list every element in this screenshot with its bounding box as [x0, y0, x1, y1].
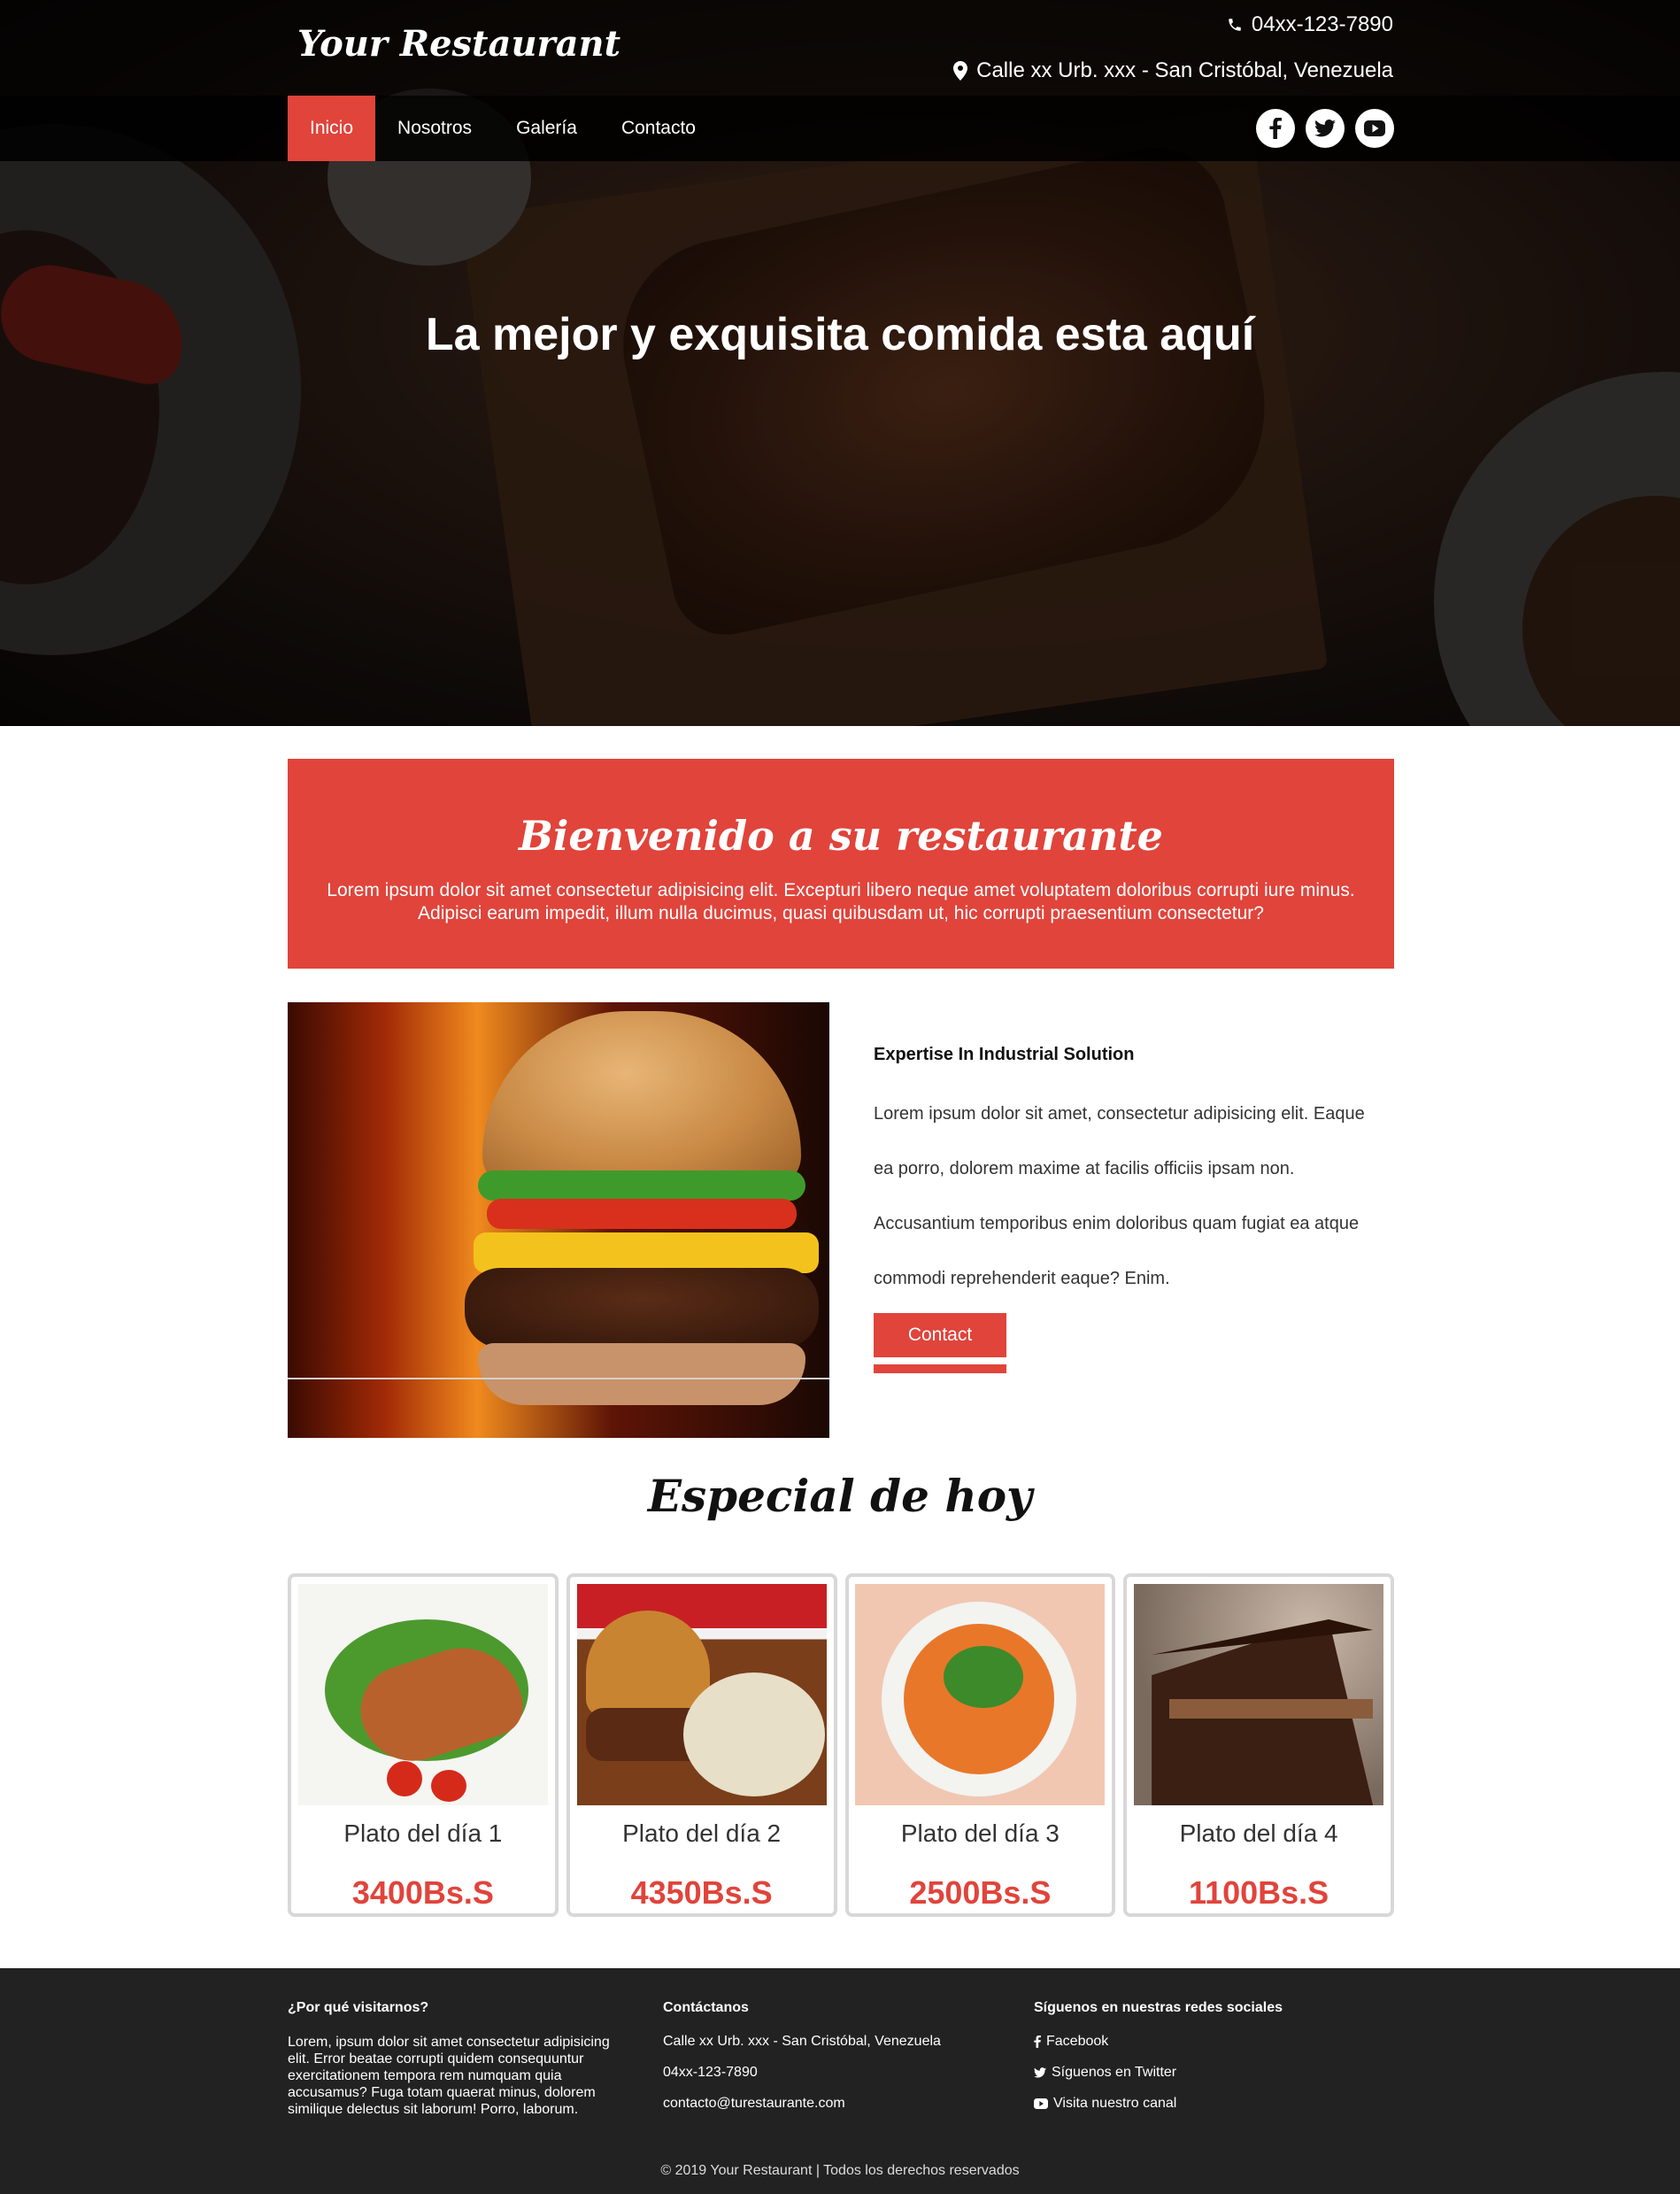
dish-image: [576, 1584, 827, 1805]
about-text: Lorem ipsum dolor sit amet, consectetur …: [874, 1104, 1365, 1288]
header-phone: 04xx-123-7890: [1227, 12, 1393, 37]
footer-why-text: Lorem, ipsum dolor sit amet consectetur …: [288, 2035, 610, 2117]
footer-why-title: ¿Por qué visitarnos?: [288, 2000, 429, 2015]
dish-price: 1100Bs.S: [1189, 1874, 1329, 1911]
dish-card[interactable]: Plato del día 4 1100Bs.S: [1123, 1573, 1394, 1917]
welcome-title: Bienvenido a su restaurante: [519, 812, 1163, 860]
welcome-text: Lorem ipsum dolor sit amet consectetur a…: [327, 880, 1355, 923]
dish-price: 4350Bs.S: [630, 1874, 773, 1911]
hero-title: La mejor y exquisita comida esta aquí: [425, 309, 1255, 360]
dish-name: Plato del día 2: [622, 1819, 782, 1847]
main-navbar: Inicio Nosotros Galería Contacto: [0, 96, 1680, 161]
nav-inicio[interactable]: Inicio: [288, 96, 376, 161]
dish-card[interactable]: Plato del día 1 3400Bs.S: [288, 1573, 559, 1917]
about-section: Expertise In Industrial Solution Lorem i…: [874, 1045, 1405, 1373]
footer-why: ¿Por qué visitarnos? Lorem, ipsum dolor …: [288, 2000, 633, 2118]
footer-social-title: Síguenos en nuestras redes sociales: [1034, 2000, 1283, 2015]
hero-banner: Your Restaurant 04xx-123-7890 Calle xx U…: [0, 0, 1680, 726]
site-footer: ¿Por qué visitarnos? Lorem, ipsum dolor …: [0, 1968, 1680, 2194]
about-heading: Expertise In Industrial Solution: [874, 1045, 1135, 1064]
footer-contact-title: Contáctanos: [663, 2000, 749, 2015]
copyright: © 2019 Your Restaurant | Todos los derec…: [660, 2163, 1020, 2178]
top-bar: Your Restaurant 04xx-123-7890 Calle xx U…: [0, 0, 1680, 96]
footer-youtube-link[interactable]: Visita nuestro canal: [1034, 2096, 1388, 2112]
nav-menu: Inicio Nosotros Galería Contacto: [288, 96, 718, 161]
dish-image: [855, 1584, 1106, 1805]
footer-phone: 04xx-123-7890: [663, 2065, 758, 2080]
footer-facebook-label: Facebook: [1046, 2034, 1109, 2049]
specials-title: Especial de hoy: [647, 1470, 1033, 1522]
footer-facebook-link[interactable]: Facebook: [1034, 2034, 1388, 2050]
welcome-section: Bienvenido a su restaurante Lorem ipsum …: [288, 759, 1394, 969]
footer-twitter-label: Síguenos en Twitter: [1052, 2065, 1177, 2080]
nav-contacto[interactable]: Contacto: [599, 96, 718, 161]
footer-email[interactable]: contacto@turestaurante.com: [663, 2096, 999, 2112]
footer-contact: Contáctanos Calle xx Urb. xxx - San Cris…: [663, 2000, 999, 2127]
dish-name: Plato del día 3: [900, 1819, 1060, 1847]
twitter-icon[interactable]: [1306, 109, 1345, 148]
footer-address: Calle xx Urb. xxx - San Cristóbal, Venez…: [663, 2034, 941, 2049]
dish-card[interactable]: Plato del día 3 2500Bs.S: [844, 1573, 1116, 1917]
youtube-icon[interactable]: [1355, 109, 1394, 148]
button-underline: [874, 1364, 1006, 1373]
footer-social: Síguenos en nuestras redes sociales Face…: [1034, 2000, 1388, 2127]
nav-galeria[interactable]: Galería: [494, 96, 599, 161]
dish-name: Plato del día 4: [1179, 1819, 1338, 1847]
dish-image: [297, 1584, 548, 1805]
dish-name: Plato del día 1: [343, 1819, 503, 1847]
header-address: Calle xx Urb. xxx - San Cristóbal, Venez…: [953, 58, 1393, 83]
header-phone-text: 04xx-123-7890: [1251, 12, 1393, 36]
site-logo[interactable]: Your Restaurant: [297, 23, 620, 65]
dish-price: 3400Bs.S: [351, 1874, 494, 1911]
footer-twitter-link[interactable]: Síguenos en Twitter: [1034, 2065, 1388, 2081]
phone-icon: [1229, 19, 1241, 31]
dish-price: 2500Bs.S: [909, 1874, 1052, 1911]
social-links: [1256, 109, 1394, 148]
header-address-text: Calle xx Urb. xxx - San Cristóbal, Venez…: [976, 58, 1393, 82]
map-marker-icon: [953, 61, 968, 81]
footer-youtube-label: Visita nuestro canal: [1053, 2096, 1177, 2111]
twitter-icon: [1034, 2067, 1046, 2078]
dish-card[interactable]: Plato del día 2 4350Bs.S: [566, 1573, 837, 1917]
facebook-icon: [1034, 2036, 1041, 2048]
nav-nosotros[interactable]: Nosotros: [375, 96, 494, 161]
burger-image: [288, 1002, 829, 1438]
dish-image: [1134, 1584, 1384, 1805]
specials-list: Plato del día 1 3400Bs.S Plato del día 2…: [288, 1573, 1394, 1917]
contact-button[interactable]: Contact: [874, 1313, 1006, 1357]
facebook-icon[interactable]: [1256, 109, 1295, 148]
youtube-icon: [1034, 2098, 1048, 2109]
